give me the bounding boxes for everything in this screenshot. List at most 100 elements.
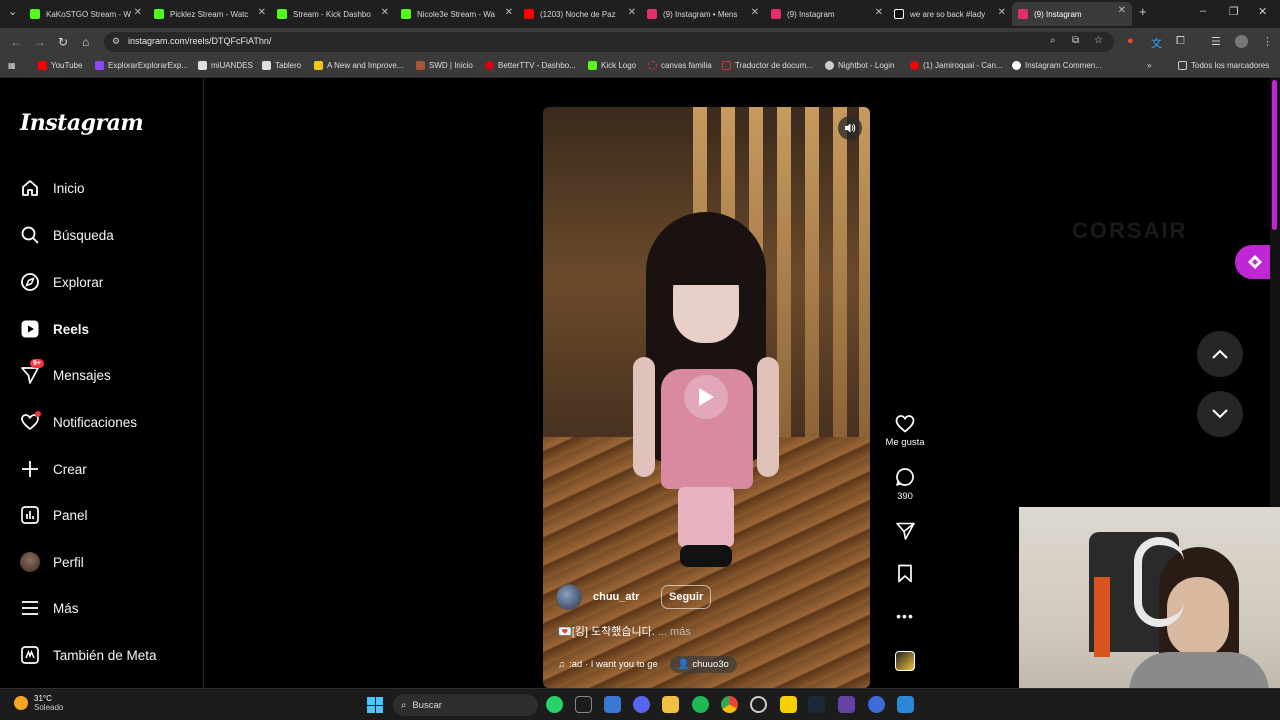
- author-avatar[interactable]: [556, 584, 582, 610]
- next-reel-button[interactable]: [1197, 391, 1243, 437]
- tab-8-active[interactable]: (9) Instagram ✕: [1012, 2, 1132, 26]
- sidebar-item-reels[interactable]: Reels: [20, 315, 89, 343]
- tab-0[interactable]: KaKoSTGO Stream - W ✕: [30, 4, 148, 24]
- forward-icon[interactable]: →: [34, 35, 46, 49]
- comment-action[interactable]: 390: [880, 467, 930, 502]
- sidebar-item-explorar[interactable]: Explorar: [20, 268, 103, 296]
- close-icon[interactable]: ✕: [381, 7, 389, 18]
- close-icon[interactable]: ✕: [505, 7, 513, 18]
- windows-start-icon[interactable]: [367, 697, 383, 713]
- app-icon[interactable]: [838, 696, 855, 713]
- share-action[interactable]: [880, 522, 930, 540]
- extensions-puzzle-icon[interactable]: ⧠: [1176, 35, 1185, 48]
- tab-7[interactable]: we are so back #lady ✕: [894, 4, 1012, 24]
- settings-icon[interactable]: [750, 696, 767, 713]
- sidebar-item-tambien-de-meta[interactable]: También de Meta: [20, 641, 157, 669]
- omnibox[interactable]: ⚙ instagram.com/reels/DTQFcFiAThn/ ⌕ ⧉ ☆: [104, 32, 1114, 52]
- bookmark-item[interactable]: canvas familia: [648, 61, 712, 70]
- all-bookmarks-folder[interactable]: Todos los marcadores: [1178, 61, 1269, 70]
- sidebar-item-panel[interactable]: Panel: [20, 501, 88, 529]
- tab-1[interactable]: Picklez Stream - Watc ✕: [154, 4, 272, 24]
- save-action[interactable]: [880, 564, 930, 583]
- play-button[interactable]: [684, 375, 728, 419]
- bookmark-item[interactable]: Instagram Commen...: [1012, 61, 1102, 70]
- close-icon[interactable]: ✕: [751, 7, 759, 18]
- bookmark-item[interactable]: (1) Jamiroquai - Can...: [910, 61, 1003, 70]
- whatsapp-icon[interactable]: [546, 696, 563, 713]
- tab-4[interactable]: (1203) Noche de Paz ✕: [524, 4, 642, 24]
- weather-widget[interactable]: 31°C Soleado: [14, 694, 63, 712]
- sidebar-item-inicio[interactable]: Inicio: [20, 174, 85, 202]
- floating-extension-button[interactable]: [1235, 245, 1275, 279]
- close-icon[interactable]: ✕: [258, 7, 266, 18]
- sidebar-item-notificaciones[interactable]: Notificaciones: [20, 408, 137, 436]
- window-close-icon[interactable]: ✕: [1258, 5, 1267, 18]
- app-icon[interactable]: [868, 696, 885, 713]
- tab-3[interactable]: Nicole3e Stream - Wa ✕: [401, 4, 519, 24]
- bookmark-item[interactable]: miUANDES: [198, 61, 253, 70]
- bookmark-item[interactable]: ExplorarExplorarExp...: [95, 61, 188, 70]
- sidebar-item-busqueda[interactable]: Búsqueda: [20, 221, 114, 249]
- chrome-icon[interactable]: [721, 696, 738, 713]
- home-icon[interactable]: ⌂: [82, 35, 89, 49]
- scrollbar-thumb[interactable]: [1272, 80, 1277, 230]
- sidebar-item-mensajes[interactable]: 9+ Mensajes: [20, 359, 111, 389]
- steam-icon[interactable]: [808, 696, 825, 713]
- sidebar-item-mas[interactable]: Más: [20, 594, 79, 622]
- apps-grid-icon[interactable]: ▦: [8, 61, 16, 70]
- author-username[interactable]: chuu_atr: [593, 591, 643, 603]
- bookmarks-overflow-icon[interactable]: »: [1147, 61, 1151, 70]
- reading-list-icon[interactable]: ☰: [1211, 35, 1221, 48]
- bookmark-item[interactable]: Kick Logo: [588, 61, 636, 70]
- sidebar-item-perfil[interactable]: Perfil: [20, 548, 84, 576]
- bookmark-star-icon[interactable]: ☆: [1094, 35, 1103, 46]
- tab-5[interactable]: (9) Instagram • Mens ✕: [647, 4, 765, 24]
- minimize-icon[interactable]: –: [1200, 5, 1206, 17]
- reload-icon[interactable]: ↻: [58, 35, 68, 49]
- follow-button[interactable]: Seguir: [661, 585, 712, 609]
- audio-title[interactable]: :ad · I want you to ge: [569, 659, 658, 670]
- reel-video[interactable]: chuu_atr Seguir 💌[킹] 도착했습니다. ... más ♫ :…: [543, 107, 870, 688]
- install-icon[interactable]: ⧉: [1072, 35, 1079, 46]
- previous-reel-button[interactable]: [1197, 331, 1243, 377]
- bookmark-item[interactable]: YouTube: [38, 61, 82, 70]
- xbox-icon[interactable]: [575, 696, 592, 713]
- tab-search-icon[interactable]: ⌄: [8, 5, 17, 18]
- maximize-icon[interactable]: ❐: [1229, 5, 1239, 18]
- bookmark-item[interactable]: A New and Improve...: [314, 61, 403, 70]
- bookmark-item[interactable]: Nightbot - Login: [825, 61, 894, 70]
- taskbar-search[interactable]: ⌕ Buscar: [393, 694, 538, 716]
- url-text[interactable]: instagram.com/reels/DTQFcFiAThn/: [128, 36, 271, 46]
- close-icon[interactable]: ✕: [628, 7, 636, 18]
- close-icon[interactable]: ✕: [875, 7, 883, 18]
- sidebar-item-crear[interactable]: Crear: [20, 455, 87, 483]
- profile-avatar-icon[interactable]: [1235, 35, 1248, 48]
- close-icon[interactable]: ✕: [134, 7, 142, 18]
- discord-icon[interactable]: [633, 696, 650, 713]
- instagram-logo[interactable]: Instagram: [20, 110, 144, 136]
- browser-menu-icon[interactable]: ⋮: [1262, 35, 1273, 48]
- like-action[interactable]: Me gusta: [880, 414, 930, 448]
- audio-thumbnail[interactable]: [895, 651, 915, 671]
- spotify-icon[interactable]: [692, 696, 709, 713]
- app-icon[interactable]: [897, 696, 914, 713]
- site-info-icon[interactable]: ⚙: [112, 36, 120, 47]
- bookmark-item[interactable]: SWD | Inicio: [416, 61, 473, 70]
- bookmark-item[interactable]: Traductor de docum...: [722, 61, 813, 70]
- close-icon[interactable]: ✕: [1118, 5, 1126, 16]
- notepad-icon[interactable]: [604, 696, 621, 713]
- file-explorer-icon[interactable]: [662, 696, 679, 713]
- tab-2[interactable]: Stream - Kick Dashbo ✕: [277, 4, 395, 24]
- bookmark-item[interactable]: Tablero: [262, 61, 301, 70]
- back-icon[interactable]: ←: [10, 35, 22, 49]
- zoom-icon[interactable]: ⌕: [1050, 35, 1056, 46]
- sticky-notes-icon[interactable]: [780, 696, 797, 713]
- bookmark-item[interactable]: BetterTTV - Dashbo...: [485, 61, 576, 70]
- extension-translate-icon[interactable]: 文: [1151, 35, 1162, 51]
- tab-6[interactable]: (9) Instagram ✕: [771, 4, 889, 24]
- tagged-user-pill[interactable]: 👤 chuuo3o: [669, 656, 737, 673]
- more-options-action[interactable]: •••: [880, 608, 930, 624]
- volume-button[interactable]: [838, 116, 862, 140]
- extension-fox-icon[interactable]: ●: [1127, 35, 1134, 47]
- caption-more-link[interactable]: ... más: [658, 626, 691, 638]
